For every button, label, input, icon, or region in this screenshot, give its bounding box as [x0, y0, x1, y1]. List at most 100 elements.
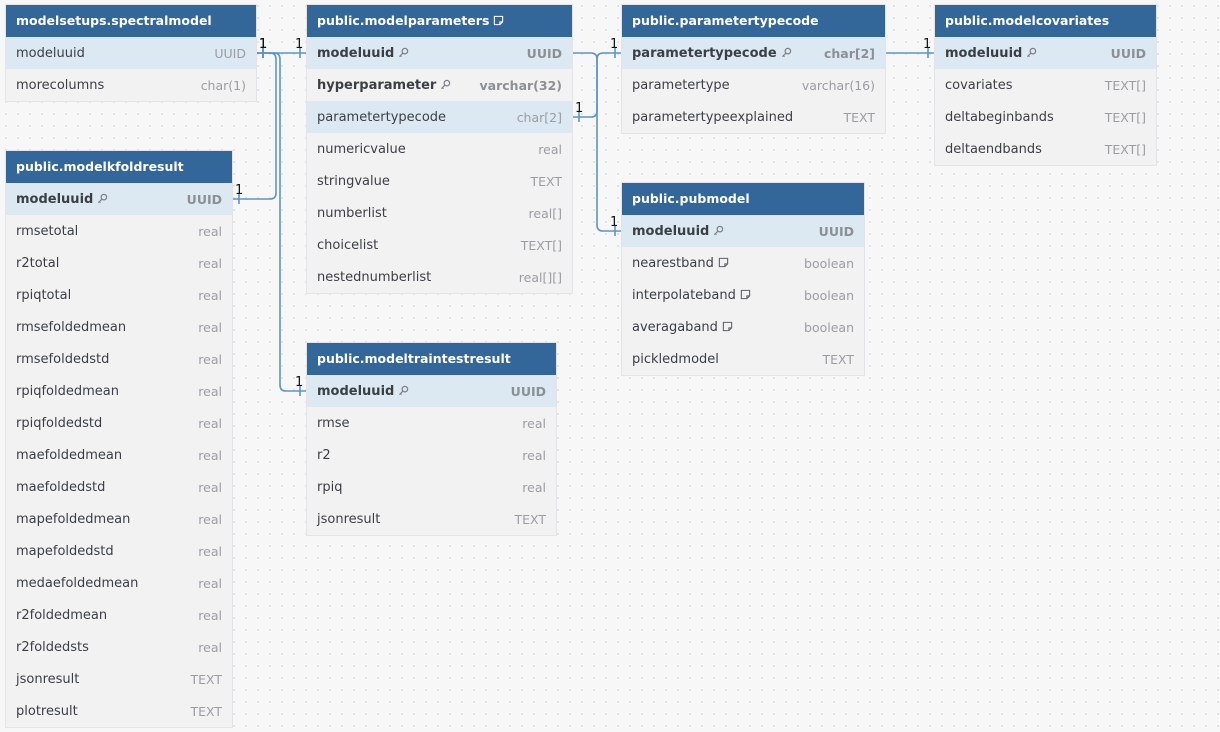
column-name-group: nearestband	[632, 256, 730, 271]
column-row[interactable]: r2foldedsts real	[6, 631, 232, 663]
cardinality-label: 1	[235, 183, 243, 198]
column-name-group: rmsefoldedmean	[16, 320, 126, 335]
column-row[interactable]: numericvalue real	[307, 133, 572, 165]
table-header[interactable]: modelsetups.spectralmodel	[6, 5, 256, 37]
column-type: UUID	[186, 191, 222, 207]
table-header[interactable]: public.modeltraintestresult	[307, 343, 556, 375]
cardinality-label: 1	[923, 37, 931, 52]
column-name: mapefoldedstd	[16, 543, 114, 559]
column-row[interactable]: rpiqfoldedmean real	[6, 375, 232, 407]
table-header[interactable]: public.modelcovariates	[935, 5, 1156, 37]
column-type: TEXT	[190, 671, 222, 687]
column-row[interactable]: rmsefoldedmean real	[6, 311, 232, 343]
column-name-group: jsonresult	[317, 512, 380, 527]
note-icon[interactable]	[493, 15, 505, 27]
column-type: real	[198, 511, 222, 527]
column-row[interactable]: nearestband boolean	[622, 247, 864, 279]
column-row[interactable]: modeluuid UUID	[307, 375, 556, 407]
relationship-line[interactable]	[572, 52, 622, 232]
column-name: rpiq	[317, 479, 343, 495]
relationship-line[interactable]	[572, 52, 622, 118]
column-row[interactable]: parametertype varchar(16)	[622, 69, 885, 101]
column-type: real	[198, 479, 222, 495]
table-modelcovariates[interactable]: public.modelcovariates modeluuid UUID covar…	[935, 5, 1156, 165]
column-row[interactable]: rmse real	[307, 407, 556, 439]
column-row[interactable]: modeluuid UUID	[622, 215, 864, 247]
column-row[interactable]: deltaendbands TEXT[]	[935, 133, 1156, 165]
note-icon[interactable]	[740, 289, 752, 301]
column-row[interactable]: hyperparameter varchar(32)	[307, 69, 572, 101]
column-row[interactable]: jsonresult TEXT	[6, 663, 232, 695]
cardinality-label: 1	[259, 37, 267, 52]
column-row[interactable]: modeluuid UUID	[935, 37, 1156, 69]
column-type: TEXT[]	[1104, 109, 1146, 125]
table-header[interactable]: public.parametertypecode	[622, 5, 885, 37]
column-row[interactable]: nestednumberlist real[][]	[307, 261, 572, 293]
table-pubmodel[interactable]: public.pubmodel modeluuid UUID nearestband b…	[622, 183, 864, 375]
column-row[interactable]: modeluuid UUID	[6, 183, 232, 215]
diagram-canvas[interactable]: 1111111111 modelsetups.spectralmodel mode…	[0, 0, 1220, 732]
table-modeltraintestresult[interactable]: public.modeltraintestresult modeluuid UUID…	[307, 343, 556, 535]
column-row[interactable]: numberlist real[]	[307, 197, 572, 229]
note-icon[interactable]	[722, 321, 734, 333]
column-row[interactable]: parametertypeexplained TEXT	[622, 101, 885, 133]
column-row[interactable]: r2foldedmean real	[6, 599, 232, 631]
column-name: pickledmodel	[632, 351, 719, 367]
column-type: UUID	[526, 45, 562, 61]
relationship-line[interactable]	[256, 52, 307, 392]
table-modelkfoldresult[interactable]: public.modelkfoldresult modeluuid UUID rmse…	[6, 151, 232, 727]
column-row[interactable]: morecolumns char(1)	[6, 69, 256, 101]
column-row[interactable]: maefoldedmean real	[6, 439, 232, 471]
column-row[interactable]: mapefoldedmean real	[6, 503, 232, 535]
column-row[interactable]: covariates TEXT[]	[935, 69, 1156, 101]
table-parametertypecode[interactable]: public.parametertypecode parametertypecod…	[622, 5, 885, 133]
column-row[interactable]: maefoldedstd real	[6, 471, 232, 503]
column-row[interactable]: interpolateband boolean	[622, 279, 864, 311]
column-name: modeluuid	[317, 383, 395, 399]
column-row[interactable]: rpiq real	[307, 471, 556, 503]
column-name: modeluuid	[317, 45, 395, 61]
column-row[interactable]: rpiqfoldedstd real	[6, 407, 232, 439]
column-row[interactable]: parametertypecode char[2]	[307, 101, 572, 133]
column-type: UUID	[818, 223, 854, 239]
column-row[interactable]: stringvalue TEXT	[307, 165, 572, 197]
column-type: real	[198, 415, 222, 431]
table-header[interactable]: public.pubmodel	[622, 183, 864, 215]
column-name: hyperparameter	[317, 77, 437, 93]
note-icon[interactable]	[718, 257, 730, 269]
table-spectralmodel[interactable]: modelsetups.spectralmodel modeluuid UUID mo…	[6, 5, 256, 101]
column-row[interactable]: choicelist TEXT[]	[307, 229, 572, 261]
column-row[interactable]: modeluuid UUID	[6, 37, 256, 69]
column-type: real	[198, 319, 222, 335]
column-type: real	[198, 287, 222, 303]
column-type: real	[198, 223, 222, 239]
column-name-group: jsonresult	[16, 672, 79, 687]
table-header[interactable]: public.modelkfoldresult	[6, 151, 232, 183]
column-row[interactable]: r2total real	[6, 247, 232, 279]
column-row[interactable]: plotresult TEXT	[6, 695, 232, 727]
cardinality-label: 1	[610, 215, 618, 230]
column-row[interactable]: rmsefoldedstd real	[6, 343, 232, 375]
table-header[interactable]: public.modelparameters	[307, 5, 572, 37]
column-row[interactable]: averagaband boolean	[622, 311, 864, 343]
column-name: medaefoldedmean	[16, 575, 139, 591]
column-row[interactable]: r2 real	[307, 439, 556, 471]
column-row[interactable]: pickledmodel TEXT	[622, 343, 864, 375]
key-icon	[1026, 47, 1038, 59]
column-row[interactable]: parametertypecode char[2]	[622, 37, 885, 69]
table-modelparameters[interactable]: public.modelparameters modeluuid UUID hyper…	[307, 5, 572, 293]
column-row[interactable]: modeluuid UUID	[307, 37, 572, 69]
column-row[interactable]: rmsetotal real	[6, 215, 232, 247]
column-name: r2total	[16, 255, 60, 271]
column-type: boolean	[804, 287, 854, 303]
column-row[interactable]: jsonresult TEXT	[307, 503, 556, 535]
column-row[interactable]: deltabeginbands TEXT[]	[935, 101, 1156, 133]
column-row[interactable]: medaefoldedmean real	[6, 567, 232, 599]
column-name-group: rmsefoldedstd	[16, 352, 109, 367]
column-name-group: pickledmodel	[632, 352, 719, 367]
column-row[interactable]: rpiqtotal real	[6, 279, 232, 311]
column-row[interactable]: mapefoldedstd real	[6, 535, 232, 567]
column-name: stringvalue	[317, 173, 390, 189]
column-name-group: numberlist	[317, 206, 387, 221]
column-type: TEXT	[530, 173, 562, 189]
